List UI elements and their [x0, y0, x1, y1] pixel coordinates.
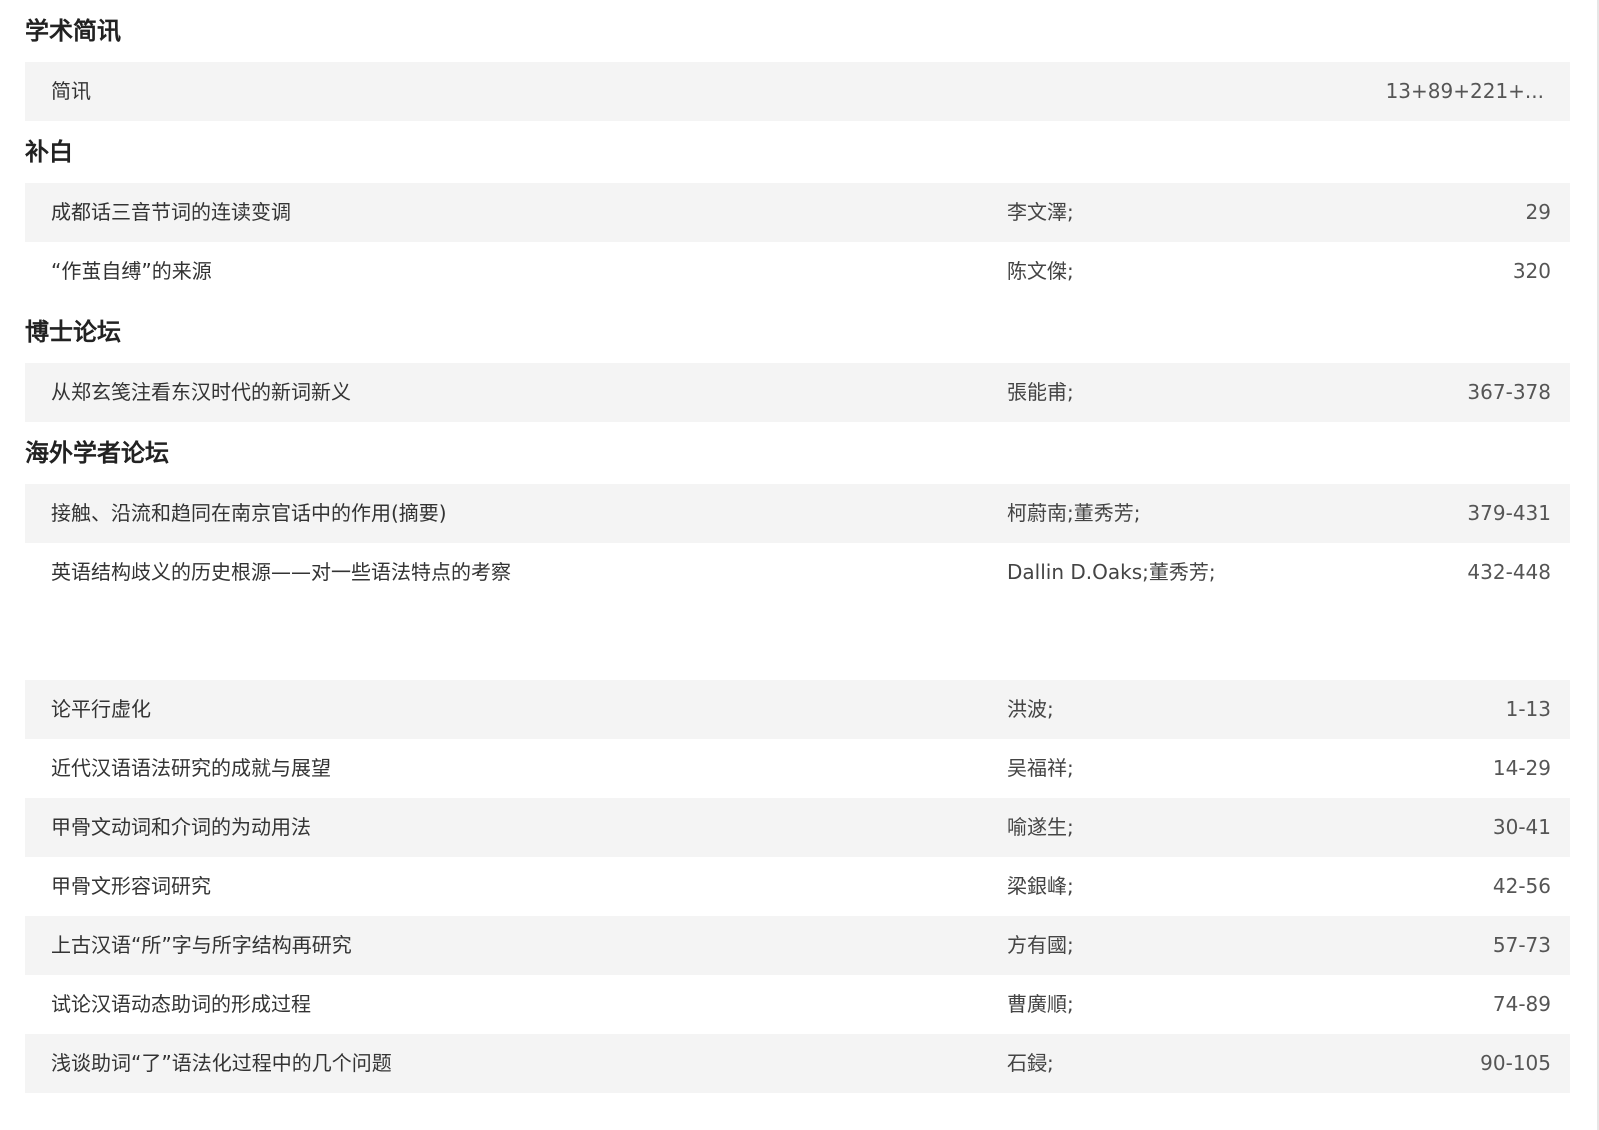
article-title[interactable]: 简讯 [51, 62, 91, 121]
article-author: 洪波; [1007, 697, 1054, 721]
article-title[interactable]: 论平行虚化 [51, 680, 151, 739]
list-item[interactable]: 成都话三音节词的连读变调 李文澤; 29 [25, 183, 1570, 242]
section-heading-fillers: 补白 [25, 138, 73, 166]
list-item[interactable]: 接触、沿流和趋同在南京官话中的作用(摘要) 柯蔚南;董秀芳; 379-431 [25, 484, 1570, 543]
article-pages: 320 [1512, 259, 1551, 283]
article-title[interactable]: 甲骨文动词和介词的为动用法 [51, 798, 311, 857]
article-title[interactable]: 从郑玄笺注看东汉时代的新词新义 [51, 363, 351, 422]
article-pages: 29 [1525, 200, 1551, 224]
list-item[interactable]: 英语结构歧义的历史根源——对一些语法特点的考察 Dallin D.Oaks;董秀… [25, 543, 1570, 602]
list-item[interactable]: 从郑玄笺注看东汉时代的新词新义 張能甫; 367-378 [25, 363, 1570, 422]
article-author: 石鋟; [1007, 1051, 1054, 1075]
article-pages: 30-41 [1492, 815, 1551, 839]
article-pages: 90-105 [1480, 1051, 1551, 1075]
article-title[interactable]: 浅谈助词“了”语法化过程中的几个问题 [51, 1034, 392, 1093]
list-item[interactable]: 近代汉语语法研究的成就与展望 吴福祥; 14-29 [25, 739, 1570, 798]
article-pages: 74-89 [1492, 992, 1551, 1016]
table-of-contents: 学术简讯 简讯 13+89+221+... 补白 成都话三音节词的连读变调 李文… [25, 0, 1570, 1093]
article-title[interactable]: 上古汉语“所”字与所字结构再研究 [51, 916, 352, 975]
article-pages: 57-73 [1492, 933, 1551, 957]
list-item[interactable]: 上古汉语“所”字与所字结构再研究 方有國; 57-73 [25, 916, 1570, 975]
list-item[interactable]: 简讯 13+89+221+... [25, 62, 1570, 121]
article-author: Dallin D.Oaks;董秀芳; [1007, 560, 1216, 584]
article-title[interactable]: 成都话三音节词的连读变调 [51, 183, 291, 242]
article-author: 李文澤; [1007, 200, 1074, 224]
article-pages: 14-29 [1492, 756, 1551, 780]
article-pages: 42-56 [1492, 874, 1551, 898]
article-pages: 379-431 [1467, 501, 1551, 525]
list-item[interactable]: 浅谈助词“了”语法化过程中的几个问题 石鋟; 90-105 [25, 1034, 1570, 1093]
article-title[interactable]: 试论汉语动态助词的形成过程 [51, 975, 311, 1034]
article-title[interactable]: 接触、沿流和趋同在南京官话中的作用(摘要) [51, 484, 447, 543]
list-item[interactable]: 甲骨文形容词研究 梁銀峰; 42-56 [25, 857, 1570, 916]
article-pages: 1-13 [1505, 697, 1551, 721]
article-pages: 432-448 [1467, 560, 1551, 584]
article-author: 方有國; [1007, 933, 1074, 957]
list-item[interactable]: “作茧自缚”的来源 陈文傑; 320 [25, 242, 1570, 301]
article-title[interactable]: 甲骨文形容词研究 [51, 857, 211, 916]
article-title[interactable]: 近代汉语语法研究的成就与展望 [51, 739, 331, 798]
untitled-section-spacer [25, 602, 1570, 680]
article-author: 曹廣順; [1007, 992, 1074, 1016]
section-heading-academic-briefs: 学术简讯 [25, 17, 121, 45]
list-item[interactable]: 试论汉语动态助词的形成过程 曹廣順; 74-89 [25, 975, 1570, 1034]
article-pages: 367-378 [1467, 380, 1551, 404]
article-list-page: 学术简讯 简讯 13+89+221+... 补白 成都话三音节词的连读变调 李文… [0, 0, 1599, 1130]
article-pages: 13+89+221+... [1385, 79, 1544, 103]
article-author: 陈文傑; [1007, 259, 1074, 283]
list-item[interactable]: 甲骨文动词和介词的为动用法 喻遂生; 30-41 [25, 798, 1570, 857]
article-author: 梁銀峰; [1007, 874, 1074, 898]
section-heading-doctoral-forum: 博士论坛 [25, 318, 121, 346]
article-title[interactable]: 英语结构歧义的历史根源——对一些语法特点的考察 [51, 543, 511, 602]
article-title[interactable]: “作茧自缚”的来源 [51, 242, 212, 301]
article-author: 喻遂生; [1007, 815, 1074, 839]
section-heading-overseas-scholars-forum: 海外学者论坛 [25, 439, 169, 467]
article-author: 柯蔚南;董秀芳; [1007, 501, 1141, 525]
list-item[interactable]: 论平行虚化 洪波; 1-13 [25, 680, 1570, 739]
article-author: 吴福祥; [1007, 756, 1074, 780]
article-author: 張能甫; [1007, 380, 1074, 404]
